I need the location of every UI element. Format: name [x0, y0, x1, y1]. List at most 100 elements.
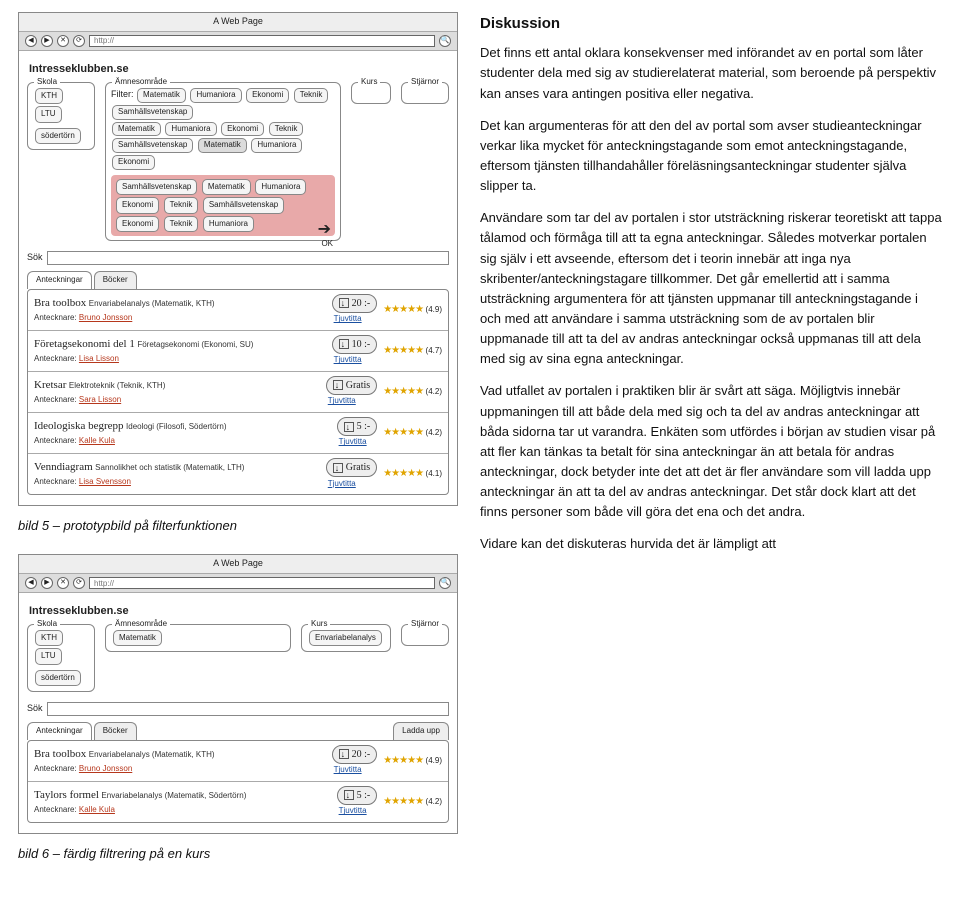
author-link[interactable]: Bruno Jonsson: [79, 764, 132, 773]
result-subtitle: Envariabelanalys (Matematik, Södertörn): [101, 791, 246, 800]
preview-link[interactable]: Tjuvtitta: [328, 395, 377, 407]
subject-legend: Ämnesområde: [112, 618, 170, 630]
filter-tag[interactable]: Samhällsvetenskap: [116, 179, 197, 195]
school-chip[interactable]: KTH: [35, 630, 63, 646]
search-input[interactable]: [47, 251, 449, 265]
search-input[interactable]: [47, 702, 449, 716]
author-link[interactable]: Kalle Kula: [79, 805, 115, 814]
price-button[interactable]: Gratis: [326, 458, 377, 478]
star-icon: ★★★★★: [383, 345, 423, 356]
filter-tag[interactable]: Teknik: [164, 216, 199, 232]
window-title: A Web Page: [19, 555, 457, 574]
author-link[interactable]: Lisa Lisson: [79, 354, 119, 363]
filter-tag[interactable]: Humaniora: [203, 216, 254, 232]
price-button[interactable]: 20 :-: [332, 294, 378, 314]
stars-legend: Stjärnor: [408, 618, 442, 630]
filter-tag[interactable]: Samhällsvetenskap: [112, 138, 193, 153]
filter-tag[interactable]: Samhällsvetenskap: [112, 105, 193, 120]
filter-tag[interactable]: Humaniora: [251, 138, 302, 153]
preview-link[interactable]: Tjuvtitta: [334, 764, 378, 776]
filter-tag[interactable]: Ekonomi: [112, 155, 155, 170]
school-chip[interactable]: LTU: [35, 106, 62, 122]
filter-tag[interactable]: Humaniora: [190, 88, 241, 103]
tab-anteckningar[interactable]: Anteckningar: [27, 722, 92, 739]
price-button[interactable]: Gratis: [326, 376, 377, 396]
price-block: GratisTjuvtitta: [326, 376, 377, 408]
search-icon[interactable]: 🔍: [439, 35, 451, 47]
star-icon: ★★★★★: [383, 427, 423, 438]
result-subtitle: Sannolikhet och statistik (Matematik, LT…: [95, 463, 244, 472]
filter-tag[interactable]: Ekonomi: [221, 122, 264, 137]
filter-tag[interactable]: Matematik: [112, 122, 161, 137]
preview-link[interactable]: Tjuvtitta: [339, 805, 378, 817]
result-row: Kretsar Elektroteknik (Teknik, KTH)Antec…: [28, 371, 448, 412]
reload-icon[interactable]: ⟳: [73, 577, 85, 589]
arrow-right-icon[interactable]: ➔: [318, 222, 331, 238]
tab-ladda-upp[interactable]: Ladda upp: [393, 722, 449, 739]
kurs-chip[interactable]: Envariabelanalys: [309, 630, 382, 646]
tab-bocker[interactable]: Böcker: [94, 722, 137, 739]
forward-icon[interactable]: ▶: [41, 35, 53, 47]
school-chip[interactable]: LTU: [35, 648, 62, 664]
school-chip[interactable]: KTH: [35, 88, 63, 104]
result-author: Antecknare: Sara Lisson: [34, 394, 320, 406]
filter-tag[interactable]: Humaniora: [255, 179, 306, 195]
author-link[interactable]: Kalle Kula: [79, 436, 115, 445]
window-title: A Web Page: [19, 13, 457, 32]
download-icon: [339, 749, 349, 759]
school-chip[interactable]: södertörn: [35, 670, 81, 686]
back-icon[interactable]: ◀: [25, 577, 37, 589]
author-link[interactable]: Bruno Jonsson: [79, 313, 132, 322]
author-link[interactable]: Sara Lisson: [79, 395, 121, 404]
tabs: Anteckningar Böcker: [27, 271, 449, 288]
download-icon: [339, 298, 349, 308]
result-row: Bra toolbox Envariabelanalys (Matematik,…: [28, 290, 448, 330]
filter-label: Filter:: [111, 89, 134, 99]
selected-row-highlight: Samhällsvetenskap Matematik Humaniora Ek…: [111, 175, 335, 236]
filter-tag[interactable]: Teknik: [269, 122, 304, 137]
price-button[interactable]: 5 :-: [337, 417, 378, 437]
filter-tag[interactable]: Matematik: [202, 179, 251, 195]
rating-count: (4.2): [426, 797, 442, 806]
caption-2: bild 6 – färdig filtrering på en kurs: [18, 844, 458, 864]
filter-tag[interactable]: Samhällsvetenskap: [203, 197, 284, 213]
filter-tag[interactable]: Teknik: [164, 197, 199, 213]
reload-icon[interactable]: ⟳: [73, 35, 85, 47]
filter-tag[interactable]: Ekonomi: [116, 216, 159, 232]
url-input[interactable]: [89, 35, 435, 47]
subject-chip[interactable]: Matematik: [113, 630, 162, 646]
filter-tag[interactable]: Humaniora: [165, 122, 216, 137]
preview-link[interactable]: Tjuvtitta: [334, 354, 378, 366]
result-title: Taylors formel: [34, 789, 99, 801]
subject-legend: Ämnesområde: [112, 76, 170, 88]
filter-tag[interactable]: Ekonomi: [116, 197, 159, 213]
close-icon[interactable]: ✕: [57, 577, 69, 589]
ok-button[interactable]: OK: [321, 238, 333, 250]
rating-block: ★★★★★ (4.1): [383, 466, 442, 482]
url-input[interactable]: [89, 577, 435, 589]
filter-tag[interactable]: Matematik: [198, 138, 247, 153]
search-icon[interactable]: 🔍: [439, 577, 451, 589]
school-chip[interactable]: södertörn: [35, 128, 81, 144]
filter-tag[interactable]: Teknik: [294, 88, 329, 103]
back-icon[interactable]: ◀: [25, 35, 37, 47]
preview-link[interactable]: Tjuvtitta: [339, 436, 378, 448]
tab-anteckningar[interactable]: Anteckningar: [27, 271, 92, 288]
result-subtitle: Envariabelanalys (Matematik, KTH): [89, 750, 215, 759]
close-icon[interactable]: ✕: [57, 35, 69, 47]
preview-link[interactable]: Tjuvtitta: [334, 313, 378, 325]
search-label: Sök: [27, 702, 43, 716]
preview-link[interactable]: Tjuvtitta: [328, 478, 377, 490]
rating-count: (4.9): [426, 756, 442, 765]
price-button[interactable]: 5 :-: [337, 786, 378, 806]
filter-tag[interactable]: Ekonomi: [246, 88, 289, 103]
forward-icon[interactable]: ▶: [41, 577, 53, 589]
filter-tag[interactable]: Matematik: [137, 88, 186, 103]
author-link[interactable]: Lisa Svensson: [79, 477, 131, 486]
price-button[interactable]: 20 :-: [332, 745, 378, 765]
star-icon: ★★★★★: [383, 755, 423, 766]
tab-bocker[interactable]: Böcker: [94, 271, 137, 288]
result-row: Taylors formel Envariabelanalys (Matemat…: [28, 781, 448, 822]
price-button[interactable]: 10 :-: [332, 335, 378, 355]
rating-block: ★★★★★ (4.9): [383, 753, 442, 769]
